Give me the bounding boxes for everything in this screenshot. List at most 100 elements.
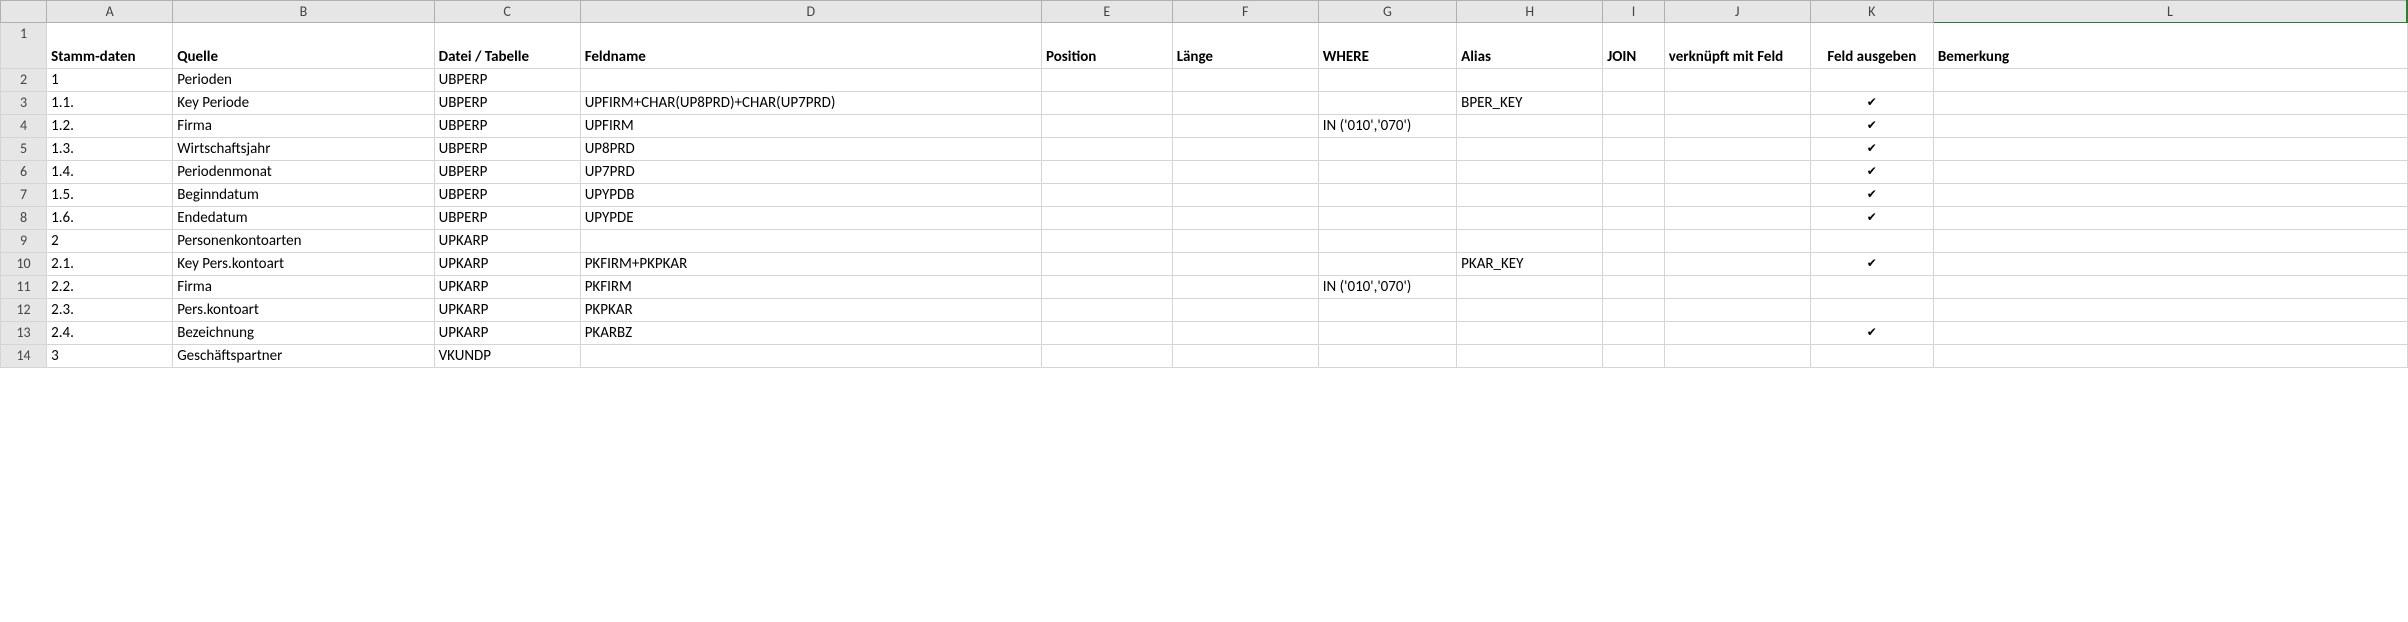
cell[interactable]: UPKARP (434, 322, 580, 345)
cell[interactable] (1172, 276, 1318, 299)
row-header-4[interactable]: 4 (1, 115, 47, 138)
row-header-11[interactable]: 11 (1, 276, 47, 299)
cell[interactable]: Feld ausgeben (1810, 23, 1933, 69)
cell[interactable] (1933, 322, 2407, 345)
cell[interactable] (1664, 299, 1810, 322)
cell[interactable] (1172, 161, 1318, 184)
cell[interactable]: Feldname (580, 23, 1041, 69)
cell[interactable] (1457, 322, 1603, 345)
cell[interactable] (1933, 184, 2407, 207)
cell[interactable] (1933, 276, 2407, 299)
cell[interactable] (1664, 115, 1810, 138)
cell[interactable]: Alias (1457, 23, 1603, 69)
cell[interactable] (1318, 322, 1456, 345)
cell[interactable]: UPKARP (434, 230, 580, 253)
cell[interactable]: UBPERP (434, 207, 580, 230)
col-header-K[interactable]: K (1810, 1, 1933, 23)
cell[interactable] (1172, 184, 1318, 207)
cell[interactable] (1603, 138, 1665, 161)
row-header-13[interactable]: 13 (1, 322, 47, 345)
cell[interactable]: 1.6. (47, 207, 173, 230)
cell[interactable] (1041, 138, 1172, 161)
cell[interactable] (1810, 276, 1933, 299)
cell[interactable]: Wirtschaftsjahr (173, 138, 434, 161)
row-header-1[interactable]: 1 (1, 23, 47, 69)
cell[interactable] (580, 230, 1041, 253)
cell[interactable] (1172, 345, 1318, 368)
cell[interactable]: 1.3. (47, 138, 173, 161)
col-header-J[interactable]: J (1664, 1, 1810, 23)
cell[interactable]: ✔ (1810, 161, 1933, 184)
cell[interactable] (1457, 207, 1603, 230)
cell[interactable] (1664, 207, 1810, 230)
cell[interactable] (1318, 253, 1456, 276)
col-header-I[interactable]: I (1603, 1, 1665, 23)
cell[interactable] (1664, 69, 1810, 92)
cell[interactable] (1172, 69, 1318, 92)
row-header-10[interactable]: 10 (1, 253, 47, 276)
cell[interactable] (1603, 184, 1665, 207)
cell[interactable]: 1.5. (47, 184, 173, 207)
cell[interactable] (1603, 230, 1665, 253)
cell[interactable] (1172, 207, 1318, 230)
cell[interactable] (1318, 184, 1456, 207)
col-header-C[interactable]: C (434, 1, 580, 23)
cell[interactable]: IN ('010','070') (1318, 115, 1456, 138)
cell[interactable] (1041, 69, 1172, 92)
cell[interactable]: ✔ (1810, 322, 1933, 345)
cell[interactable] (1603, 92, 1665, 115)
col-header-A[interactable]: A (47, 1, 173, 23)
col-header-H[interactable]: H (1457, 1, 1603, 23)
cell[interactable]: Datei / Tabelle (434, 23, 580, 69)
cell[interactable] (1457, 299, 1603, 322)
cell[interactable]: Pers.kontoart (173, 299, 434, 322)
cell[interactable] (1664, 161, 1810, 184)
cell[interactable]: 3 (47, 345, 173, 368)
cell[interactable] (1318, 69, 1456, 92)
cell[interactable]: WHERE (1318, 23, 1456, 69)
cell[interactable] (1041, 299, 1172, 322)
cell[interactable] (1172, 92, 1318, 115)
row-header-7[interactable]: 7 (1, 184, 47, 207)
cell[interactable]: 2 (47, 230, 173, 253)
cell[interactable]: UPYPDB (580, 184, 1041, 207)
cell[interactable]: ✔ (1810, 138, 1933, 161)
cell[interactable] (1664, 138, 1810, 161)
row-header-2[interactable]: 2 (1, 69, 47, 92)
cell[interactable] (1457, 115, 1603, 138)
cell[interactable]: UBPERP (434, 69, 580, 92)
col-header-F[interactable]: F (1172, 1, 1318, 23)
spreadsheet-grid[interactable]: A B C D E F G H I J K L 1 Stamm-daten Qu… (0, 0, 2408, 368)
cell[interactable] (1318, 299, 1456, 322)
cell[interactable] (1810, 345, 1933, 368)
cell[interactable] (1664, 322, 1810, 345)
cell[interactable]: BPER_KEY (1457, 92, 1603, 115)
cell[interactable] (1041, 161, 1172, 184)
cell[interactable]: Beginndatum (173, 184, 434, 207)
cell[interactable] (1318, 345, 1456, 368)
cell[interactable]: Bezeichnung (173, 322, 434, 345)
cell[interactable] (1318, 138, 1456, 161)
cell[interactable] (1933, 115, 2407, 138)
cell[interactable] (1664, 92, 1810, 115)
cell[interactable]: UBPERP (434, 138, 580, 161)
cell[interactable] (1810, 69, 1933, 92)
row-header-9[interactable]: 9 (1, 230, 47, 253)
cell[interactable] (1172, 230, 1318, 253)
cell[interactable] (1603, 276, 1665, 299)
cell[interactable] (1810, 299, 1933, 322)
cell[interactable] (1318, 207, 1456, 230)
cell[interactable] (1172, 322, 1318, 345)
cell[interactable]: UP8PRD (580, 138, 1041, 161)
cell[interactable]: Key Periode (173, 92, 434, 115)
cell[interactable]: Personenkontoarten (173, 230, 434, 253)
cell[interactable]: PKFIRM (580, 276, 1041, 299)
cell[interactable]: Länge (1172, 23, 1318, 69)
cell[interactable] (1457, 138, 1603, 161)
cell[interactable] (1603, 161, 1665, 184)
cell[interactable]: Quelle (173, 23, 434, 69)
cell[interactable]: 2.2. (47, 276, 173, 299)
cell[interactable] (1457, 161, 1603, 184)
cell[interactable] (1041, 184, 1172, 207)
cell[interactable]: 2.1. (47, 253, 173, 276)
